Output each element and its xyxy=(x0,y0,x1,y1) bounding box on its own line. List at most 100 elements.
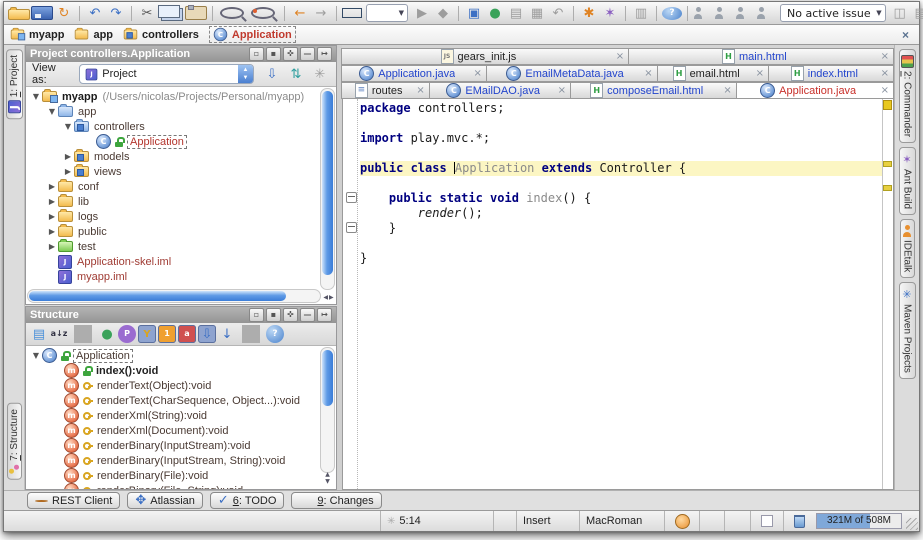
expand-arrow-icon[interactable]: ▶ xyxy=(46,212,58,221)
forward-icon[interactable]: → xyxy=(311,3,331,23)
settings-gear-icon[interactable]: ✳ xyxy=(310,64,330,84)
dock-button[interactable]: ▪ xyxy=(266,308,281,322)
tree-item[interactable]: ▶ conf xyxy=(26,179,336,194)
tab-close-icon[interactable]: × xyxy=(416,85,424,96)
editor-tab[interactable]: email.html × xyxy=(657,65,769,82)
save-all-icon[interactable] xyxy=(31,6,53,20)
inspection-profile-cell[interactable] xyxy=(664,511,699,531)
tree-item[interactable]: Application-skel.iml xyxy=(26,254,336,269)
find-usages-icon[interactable] xyxy=(251,7,275,19)
structure-vertical-scrollbar[interactable]: ▲ ▼ xyxy=(320,347,335,473)
tool-button-changes[interactable]: 9: Changes xyxy=(291,492,381,509)
redo-icon[interactable]: ↷ xyxy=(106,3,126,23)
documentation-icon[interactable]: ▥ xyxy=(631,3,651,23)
hide-button[interactable]: ↦ xyxy=(317,308,332,322)
tool-button-atlassian[interactable]: ✥ Atlassian xyxy=(127,492,203,509)
tree-item[interactable]: ▶ views xyxy=(26,164,336,179)
plugins-icon[interactable]: ✶ xyxy=(600,3,620,23)
tab-close-icon[interactable]: × xyxy=(881,68,889,79)
fold-marker-icon[interactable] xyxy=(346,222,357,233)
expand-arrow-icon[interactable]: ▶ xyxy=(46,242,58,251)
show-properties-icon[interactable]: P xyxy=(118,325,136,343)
idetalk-user-icon[interactable] xyxy=(714,7,734,19)
expand-arrow-icon[interactable]: ▶ xyxy=(62,167,74,176)
tool-button-structure[interactable]: 7: Structure xyxy=(7,403,22,480)
scrollbar-arrows[interactable]: ◀ ▶ xyxy=(322,291,335,303)
cut-icon[interactable]: ✂ xyxy=(137,3,157,23)
show-inherited-icon[interactable]: Y xyxy=(138,325,156,343)
tab-close-icon[interactable]: × xyxy=(756,68,764,79)
tree-item[interactable]: ▼ myapp (/Users/nicolas/Projects/Persona… xyxy=(26,89,336,104)
sort-by-visibility-icon[interactable]: ▤ xyxy=(30,325,48,343)
pin-button[interactable]: ✜ xyxy=(283,47,298,61)
scroll-up-icon[interactable]: ▲ xyxy=(325,471,330,478)
editor-tab[interactable]: composeEmail.html × xyxy=(570,82,737,99)
close-icon[interactable]: × xyxy=(898,28,913,42)
compile-icon[interactable]: ▦ xyxy=(527,3,547,23)
error-stripe-mark[interactable] xyxy=(883,161,892,167)
scrollbar-thumb[interactable] xyxy=(322,91,333,275)
breadcrumb-myapp[interactable]: myapp xyxy=(10,29,64,41)
undo-icon[interactable]: ↶ xyxy=(85,3,105,23)
minimize-button[interactable]: — xyxy=(300,47,315,61)
tab-close-icon[interactable]: × xyxy=(881,51,889,62)
tab-close-icon[interactable]: × xyxy=(616,51,624,62)
editor-tab[interactable]: Application.java × xyxy=(736,82,894,99)
sort-alphabetically-icon[interactable]: a↓z xyxy=(50,325,68,343)
fold-marker-icon[interactable] xyxy=(346,192,357,203)
expand-arrow-icon[interactable]: ▶ xyxy=(46,182,58,191)
run-configurations-combo[interactable] xyxy=(366,4,408,22)
tool-button-rest-client[interactable]: REST Client xyxy=(27,492,120,509)
editor-tab[interactable]: routes × xyxy=(341,82,430,99)
breadcrumb-controllers[interactable]: controllers xyxy=(123,29,199,41)
tree-item[interactable]: ▼ controllers xyxy=(26,119,336,134)
tab-close-icon[interactable]: × xyxy=(723,85,731,96)
tree-item[interactable]: ▶ public xyxy=(26,224,336,239)
tool-button-todo[interactable]: ✓ 6: TODO xyxy=(210,492,285,509)
active-issue-combo[interactable]: No active issue xyxy=(780,4,886,22)
structure-item[interactable]: ▼ Application xyxy=(26,348,336,363)
code-lines[interactable]: package controllers; import play.mvc.*; … xyxy=(360,101,882,266)
tree-item[interactable]: ▼ app xyxy=(26,104,336,119)
pin-button[interactable]: ✜ xyxy=(283,308,298,322)
memory-indicator[interactable]: 321M of 508M xyxy=(814,511,904,531)
debug-icon[interactable]: ◆ xyxy=(433,3,453,23)
tree-item[interactable]: myapp.iml xyxy=(26,269,336,284)
scrollbar-thumb[interactable] xyxy=(322,350,333,406)
readonly-toggle-cell[interactable] xyxy=(750,511,783,531)
scrollbar-thumb[interactable] xyxy=(29,291,286,301)
scroll-right-icon[interactable]: ▶ xyxy=(329,294,334,301)
structure-item[interactable]: renderBinary(InputStream, String):void xyxy=(26,453,336,468)
issue-list-icon[interactable]: ▤ xyxy=(911,3,923,23)
editor-tab[interactable]: gears_init.js × xyxy=(341,48,629,65)
open-issue-icon[interactable]: ◫ xyxy=(890,3,910,23)
structure-item[interactable]: renderBinary(InputStream):void xyxy=(26,438,336,453)
error-stripe-mark[interactable] xyxy=(883,185,892,191)
idetalk-user-icon[interactable] xyxy=(756,7,776,19)
tree-item[interactable]: ▶ logs xyxy=(26,209,336,224)
copy-icon[interactable] xyxy=(158,5,180,18)
tab-close-icon[interactable]: × xyxy=(644,68,652,79)
tool-button-project[interactable]: 1: Project xyxy=(6,49,23,119)
structure-item[interactable]: renderXml(Document):void xyxy=(26,423,336,438)
view-as-combo[interactable]: Project ▲ ▼ xyxy=(79,64,254,84)
tree-item[interactable]: ▶ lib xyxy=(26,194,336,209)
settings-icon[interactable]: ✱ xyxy=(579,3,599,23)
tree-item[interactable]: Application xyxy=(26,134,336,149)
minimize-button[interactable]: — xyxy=(300,308,315,322)
scroll-down-icon[interactable]: ▼ xyxy=(325,478,330,485)
show-anonymous-classes-icon[interactable]: a xyxy=(178,325,196,343)
scroll-from-source-icon[interactable]: ⇩ xyxy=(262,64,282,84)
help-icon[interactable]: ? xyxy=(662,7,682,20)
tool-button-maven-projects[interactable]: ✳ Maven Projects xyxy=(899,282,916,379)
float-button[interactable]: ▫ xyxy=(249,308,264,322)
project-vertical-scrollbar[interactable] xyxy=(320,88,335,290)
tab-close-icon[interactable]: × xyxy=(474,68,482,79)
show-non-public-icon[interactable]: 1 xyxy=(158,325,176,343)
rollback-icon[interactable]: ↶ xyxy=(548,3,568,23)
tool-button-ant-build[interactable]: ✶ Ant Build xyxy=(899,147,916,215)
open-icon[interactable] xyxy=(8,9,30,20)
encoding-cell[interactable]: MacRoman xyxy=(579,511,664,531)
expand-arrow-icon[interactable]: ▼ xyxy=(30,92,42,101)
editor-tab[interactable]: EMailDAO.java × xyxy=(429,82,571,99)
